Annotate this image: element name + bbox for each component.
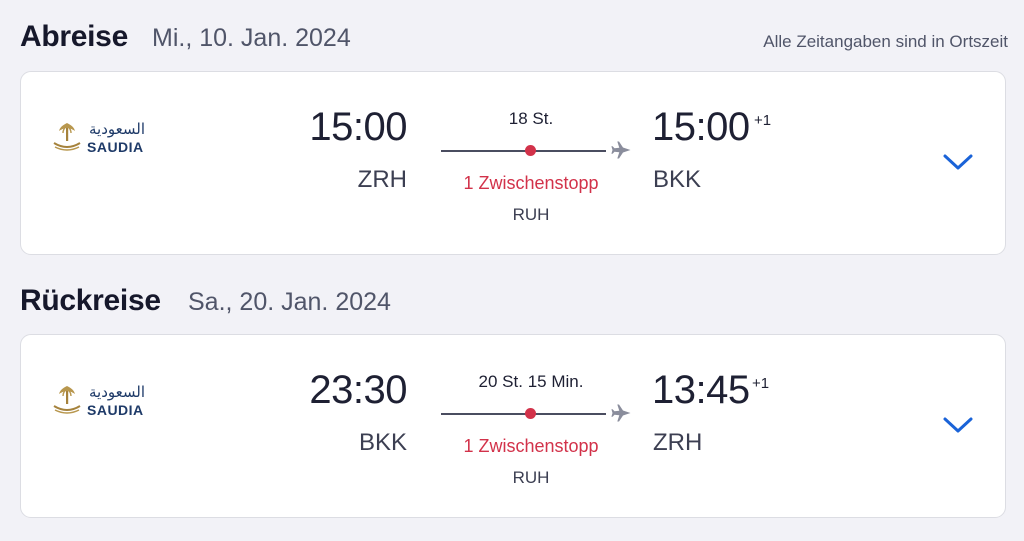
departure-airport: BKK [358, 429, 407, 456]
outbound-date: Mi., 10. Jan. 2024 [152, 24, 351, 52]
chevron-down-icon[interactable] [941, 148, 975, 174]
stops-count: 1 Zwischenstopp [463, 173, 599, 193]
arrival-time: 15:00 [652, 105, 750, 149]
arrival-day-offset: +1 [752, 375, 770, 392]
stopover-airport: RUH [512, 468, 550, 487]
stop-dot [525, 145, 536, 156]
arrival-airport: BKK [653, 166, 702, 193]
stops-count: 1 Zwischenstopp [463, 436, 599, 456]
saudia-palm-swords-icon [53, 386, 81, 414]
airline-name-arabic: السعودية [89, 120, 146, 138]
airline-logo: السعودية SAUDIA [51, 120, 161, 160]
airplane-icon [611, 141, 631, 159]
airline-name-arabic: السعودية [89, 383, 146, 401]
departure-time: 23:30 [309, 368, 407, 412]
return-flight-card[interactable]: السعودية SAUDIA 23:30 BKK 20 St. 15 Min.… [20, 334, 1006, 518]
airline-logo: السعودية SAUDIA [51, 383, 161, 423]
flight-duration: 18 St. [508, 109, 554, 128]
return-title: Rückreise [20, 284, 161, 317]
stopover-airport: RUH [512, 205, 550, 224]
airline-name-latin: SAUDIA [87, 402, 144, 418]
departure-time: 15:00 [309, 105, 407, 149]
outbound-header: Abreise Mi., 10. Jan. 2024 Alle Zeitanga… [20, 18, 1008, 58]
flight-duration: 20 St. 15 Min. [478, 372, 584, 391]
route-line [441, 413, 606, 415]
return-date: Sa., 20. Jan. 2024 [188, 288, 391, 316]
stop-dot [525, 408, 536, 419]
saudia-palm-swords-icon [53, 123, 81, 151]
arrival-time: 13:45 [652, 368, 750, 412]
arrival-day-offset: +1 [754, 112, 772, 129]
arrival-airport: ZRH [653, 429, 703, 456]
outbound-title: Abreise [20, 20, 128, 53]
airline-name-latin: SAUDIA [87, 139, 144, 155]
outbound-flight-card[interactable]: السعودية SAUDIA 15:00 ZRH 18 St. 1 Zwisc… [20, 71, 1006, 255]
airplane-icon [611, 404, 631, 422]
departure-airport: ZRH [357, 166, 407, 193]
return-header: Rückreise Sa., 20. Jan. 2024 [20, 282, 1008, 322]
chevron-down-icon[interactable] [941, 411, 975, 437]
timezone-note: Alle Zeitangaben sind in Ortszeit [763, 32, 1008, 51]
route-line [441, 150, 606, 152]
